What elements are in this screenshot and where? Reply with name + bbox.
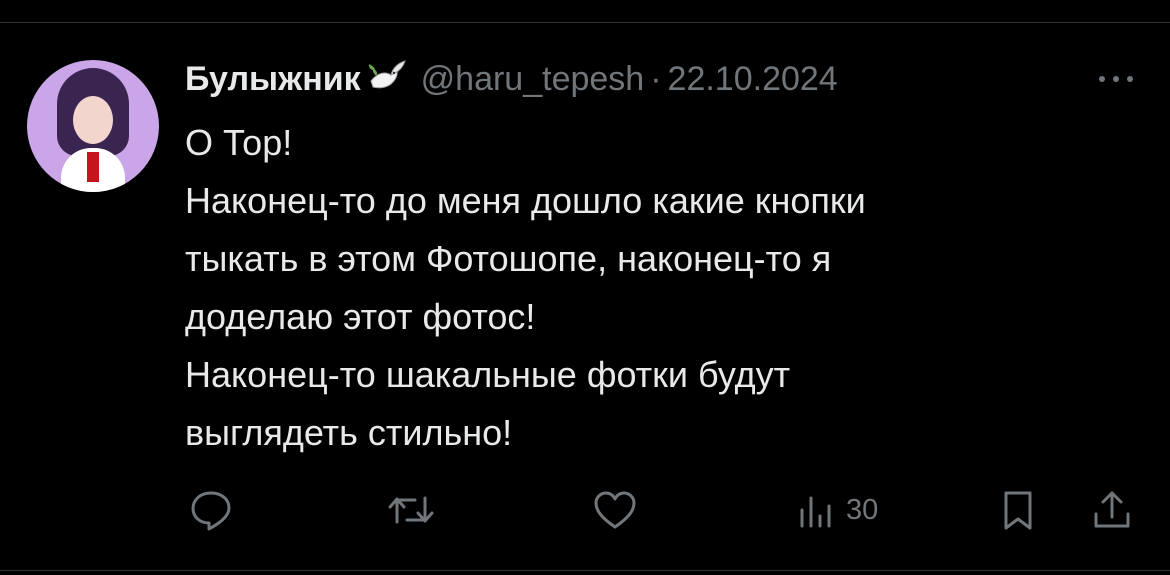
tweet-text-line: Наконец-то шакальные фотки будут <box>185 354 791 395</box>
tweet-header: Булыжник @haru_tepesh · 22.10.2024 <box>185 54 838 104</box>
bottom-divider <box>0 570 1170 571</box>
views-count: 30 <box>846 493 879 526</box>
author-handle[interactable]: @haru_tepesh <box>421 60 645 99</box>
like-button[interactable] <box>592 488 638 532</box>
share-button[interactable] <box>1090 488 1134 532</box>
action-bar: 30 <box>0 482 1170 538</box>
tweet-date[interactable]: 22.10.2024 <box>668 60 838 99</box>
tweet-text-line: доделаю этот фотос! <box>185 296 536 337</box>
header-separator: · <box>650 59 662 98</box>
bookmark-icon <box>1004 491 1032 530</box>
bookmark-button[interactable] <box>998 488 1038 532</box>
tweet-text: О Тор! Наконец-то до меня дошло какие кн… <box>185 114 1145 462</box>
more-dots-icon <box>1099 76 1133 82</box>
views-button[interactable]: 30 <box>796 488 878 532</box>
tweet-text-line: тыкать в этом Фотошопе, наконец-то я <box>185 238 832 279</box>
tweet-text-line: О Тор! <box>185 122 293 163</box>
dove-icon <box>363 59 407 99</box>
reply-icon <box>191 491 231 531</box>
views-icon <box>800 496 831 528</box>
reply-button[interactable] <box>188 488 234 532</box>
tweet-text-line: выглядеть стильно! <box>185 412 513 453</box>
tweet-text-line: Наконец-то до меня дошло какие кнопки <box>185 180 866 221</box>
avatar[interactable] <box>27 60 159 192</box>
retweet-button[interactable] <box>386 488 436 532</box>
top-divider <box>0 22 1170 23</box>
share-icon <box>1094 491 1130 528</box>
like-icon <box>594 491 636 529</box>
more-options-button[interactable] <box>1094 64 1138 94</box>
retweet-icon <box>388 496 434 524</box>
author-display-name[interactable]: Булыжник <box>185 60 361 99</box>
